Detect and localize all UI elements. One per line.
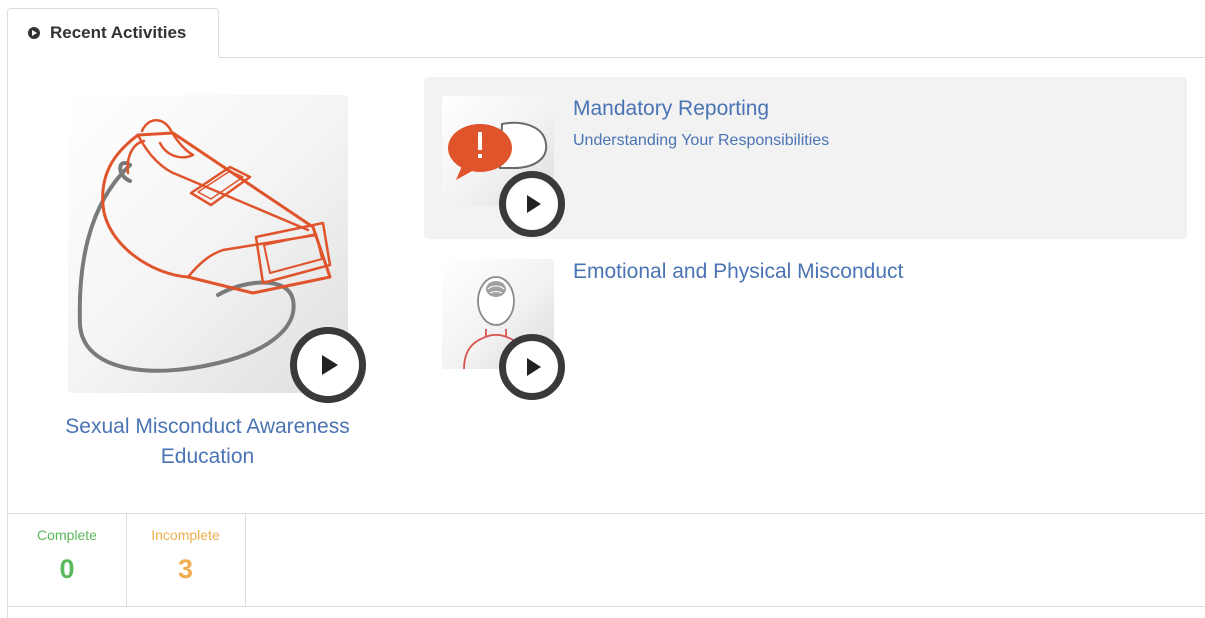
featured-title[interactable]: Sexual Misconduct Awareness Education [40,412,375,472]
activity-thumbnail [442,96,565,237]
stat-value: 3 [177,554,194,584]
tab-label: Recent Activities [50,23,187,42]
play-button[interactable] [499,171,565,237]
stat-complete: Complete 0 [7,514,127,606]
activity-title[interactable]: Mandatory Reporting [573,96,769,122]
stat-label: Complete [37,527,97,543]
tab-bar: Recent Activities [0,0,1205,58]
play-button[interactable] [499,334,565,400]
activity-item-emotional-physical-misconduct[interactable]: Emotional and Physical Misconduct [424,240,1187,402]
stat-incomplete: Incomplete 3 [126,514,246,606]
featured-activity[interactable] [68,95,366,403]
activity-thumbnail [442,259,565,400]
activity-title[interactable]: Emotional and Physical Misconduct [573,259,903,285]
play-circle-icon [28,27,40,39]
stats-divider [7,606,1205,607]
play-button[interactable] [290,327,366,403]
activity-item-mandatory-reporting[interactable]: Mandatory Reporting Understanding Your R… [424,77,1187,239]
activity-subtitle: Understanding Your Responsibilities [573,132,830,149]
stat-value: 0 [59,554,75,584]
stat-label: Incomplete [151,527,220,543]
tab-recent-activities[interactable]: Recent Activities [7,8,219,58]
